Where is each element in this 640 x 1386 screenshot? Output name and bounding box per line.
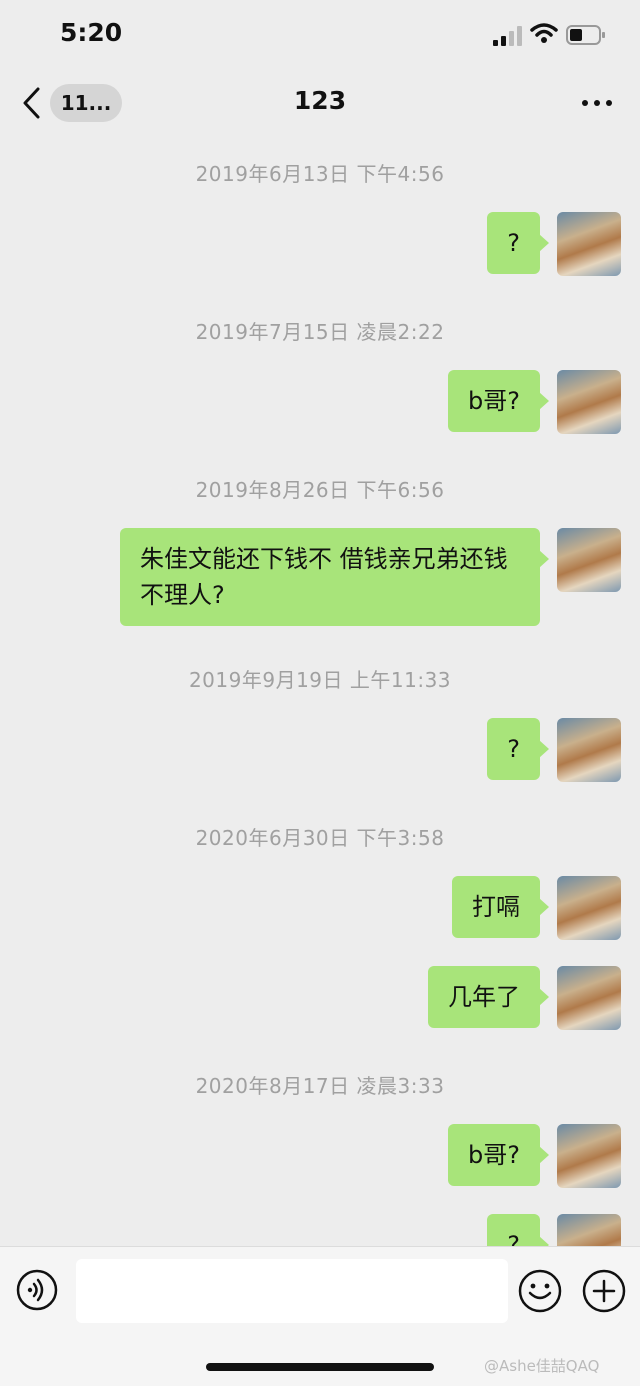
chat-title: 123 [293, 86, 347, 115]
watermark: @Ashe佳喆QAQ [484, 1357, 600, 1375]
message-bubble[interactable]: ? [487, 212, 549, 274]
voice-icon[interactable] [16, 1269, 58, 1311]
avatar[interactable] [557, 212, 621, 276]
plus-icon[interactable] [582, 1269, 626, 1313]
message-bubble[interactable]: ? [487, 718, 549, 780]
message-timestamp: 2020年8月17日 凌晨3:33 [195, 1074, 445, 1098]
message-bubble[interactable]: 打嗝 [452, 876, 549, 938]
message-bubble[interactable]: 朱佳文能还下钱不 借钱亲兄弟还钱不理人? [120, 528, 549, 626]
avatar[interactable] [557, 876, 621, 940]
message-timestamp: 2019年9月19日 上午11:33 [188, 668, 452, 692]
message-bubble[interactable]: b哥? [448, 370, 549, 432]
message-bubble[interactable]: ? [487, 1214, 549, 1246]
message-list[interactable]: 2019年6月13日 下午4:56 ? 2019年7月15日 凌晨2:22 b哥… [0, 138, 640, 1246]
avatar[interactable] [557, 528, 621, 592]
message-timestamp: 2019年8月26日 下午6:56 [195, 478, 445, 502]
more-dots-icon[interactable] [578, 92, 618, 116]
input-bar: @Ashe佳喆QAQ [0, 1246, 640, 1386]
avatar[interactable] [557, 370, 621, 434]
avatar[interactable] [557, 1214, 621, 1246]
status-bar: 5:20 [0, 0, 640, 70]
status-time: 5:20 [60, 18, 123, 47]
home-indicator[interactable] [206, 1363, 434, 1371]
message-bubble[interactable]: 几年了 [428, 966, 549, 1028]
signal-icon [493, 26, 522, 46]
avatar[interactable] [557, 718, 621, 782]
wifi-icon [530, 23, 558, 43]
message-timestamp: 2019年6月13日 下午4:56 [195, 162, 445, 186]
battery-icon [566, 25, 605, 45]
avatar[interactable] [557, 966, 621, 1030]
emoji-icon[interactable] [518, 1269, 562, 1313]
avatar[interactable] [557, 1124, 621, 1188]
message-timestamp: 2019年7月15日 凌晨2:22 [195, 320, 445, 344]
message-bubble[interactable]: b哥? [448, 1124, 549, 1186]
message-timestamp: 2020年6月30日 下午3:58 [195, 826, 445, 850]
chat-header: 11... 123 [0, 70, 640, 138]
message-input[interactable] [76, 1259, 508, 1323]
